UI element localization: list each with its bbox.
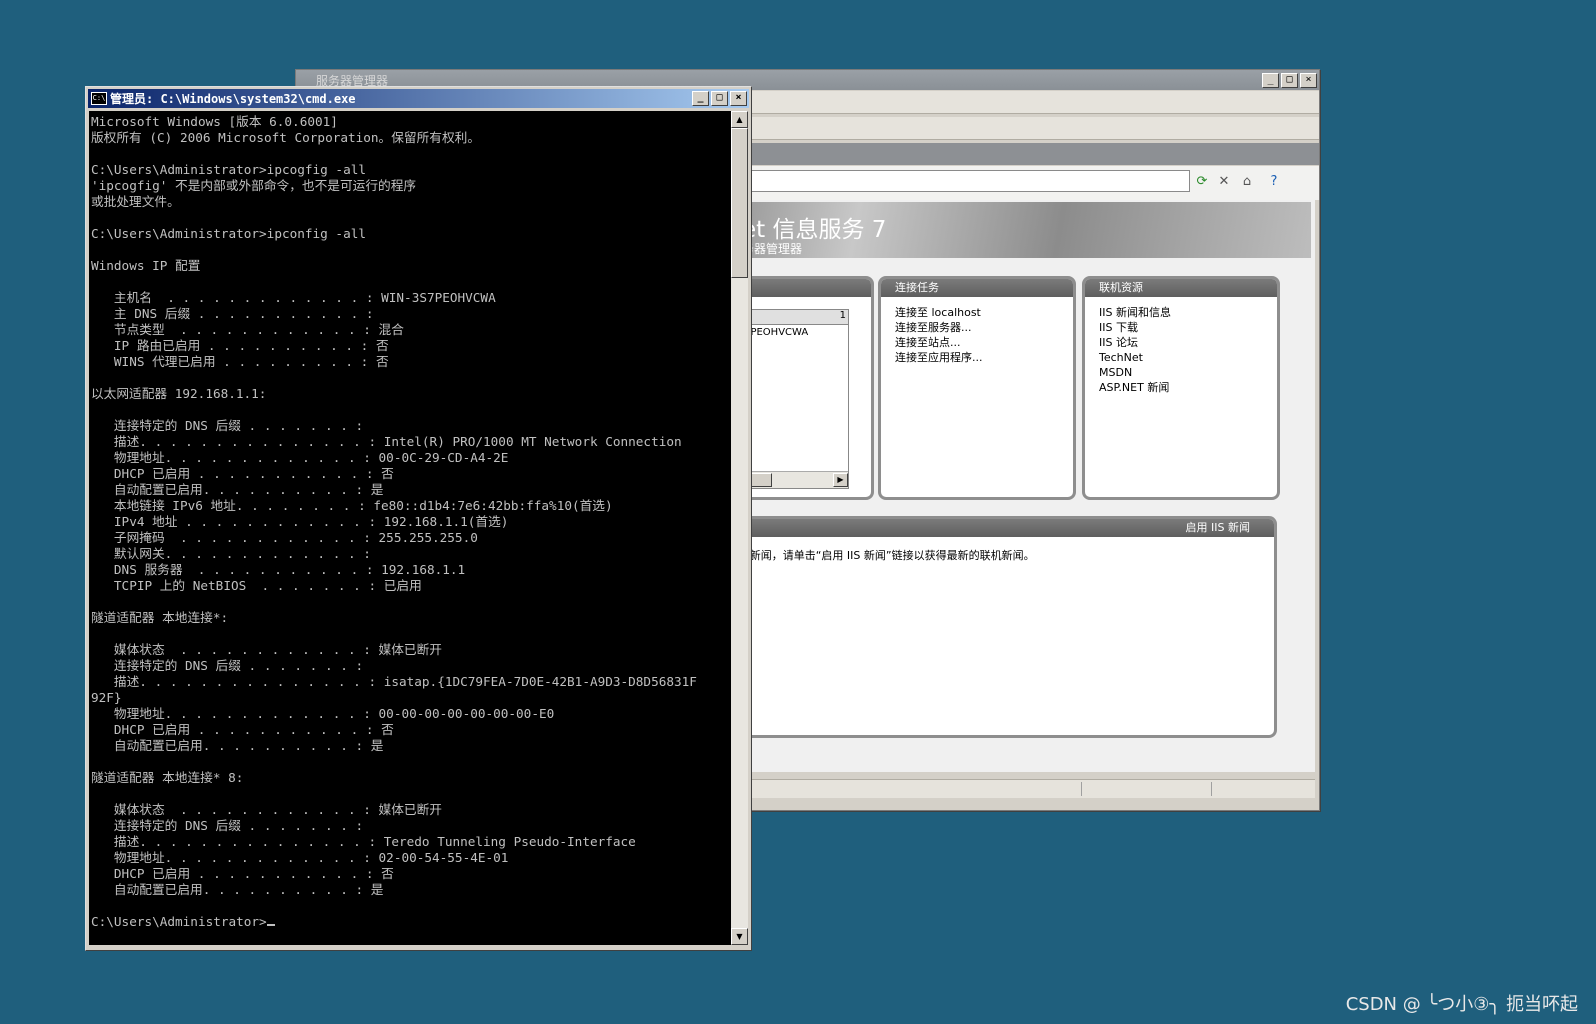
console-line: 主机名 . . . . . . . . . . . . . : WIN-3S7P… <box>91 290 496 305</box>
resource-link-iis-download[interactable]: IIS 下载 <box>1099 320 1277 335</box>
console-line: 描述. . . . . . . . . . . . . . . : Intel(… <box>91 434 682 449</box>
console-line: 自动配置已启用. . . . . . . . . . : 是 <box>91 482 384 497</box>
console-line: 描述. . . . . . . . . . . . . . . : Teredo… <box>91 834 636 849</box>
console-line: 以太网适配器 192.168.1.1: <box>91 386 267 401</box>
scroll-up-arrow-icon[interactable]: ▲ <box>731 111 748 128</box>
console-prompt: C:\Users\Administrator> <box>91 914 267 929</box>
iis-news-message: IS 新闻，请单击“启用 IIS 新闻”链接以获得最新的联机新闻。 <box>736 549 1035 562</box>
online-resources-panel: 联机资源 IIS 新闻和信息 IIS 下载 IIS 论坛 TechNet MSD… <box>1082 276 1280 500</box>
console-line: 子网掩码 . . . . . . . . . . . . : 255.255.2… <box>91 530 478 545</box>
console-line: 92F} <box>91 690 122 705</box>
console-line: 物理地址. . . . . . . . . . . . . : 00-0C-29… <box>91 450 509 465</box>
console-line: IP 路由已启用 . . . . . . . . . . : 否 <box>91 338 389 353</box>
connections-panel-header: 接 <box>736 279 871 297</box>
resource-link-aspnet-news[interactable]: ASP.NET 新闻 <box>1099 380 1277 395</box>
console-line: 'ipcogfig' 不是内部或外部命令，也不是可运行的程序 <box>91 178 417 193</box>
resource-link-iis-news[interactable]: IIS 新闻和信息 <box>1099 305 1277 320</box>
console-line: 物理地址. . . . . . . . . . . . . : 02-00-54… <box>91 850 509 865</box>
console-line: DHCP 已启用 . . . . . . . . . . . : 否 <box>91 866 394 881</box>
console-output[interactable]: Microsoft Windows [版本 6.0.6001] 版权所有 (C)… <box>89 111 731 945</box>
task-link-site[interactable]: 连接至站点... <box>895 335 1073 350</box>
cmd-window[interactable]: C:\ 管理员: C:\Windows\system32\cmd.exe _ □… <box>85 86 752 951</box>
online-resources-list: IIS 新闻和信息 IIS 下载 IIS 论坛 TechNet MSDN ASP… <box>1085 297 1277 395</box>
refresh-icon[interactable]: ⟳ <box>1194 174 1210 190</box>
maximize-button[interactable]: □ <box>1281 72 1298 88</box>
horizontal-scrollbar[interactable]: ▶ <box>736 471 848 488</box>
console-line: 物理地址. . . . . . . . . . . . . : 00-00-00… <box>91 706 555 721</box>
console-line: WINS 代理已启用 . . . . . . . . . : 否 <box>91 354 389 369</box>
console-text: Microsoft Windows [版本 6.0.6001] 版权所有 (C)… <box>89 111 731 930</box>
console-line: IPv4 地址 . . . . . . . . . . . . : 192.16… <box>91 514 509 529</box>
close-button[interactable]: × <box>1300 72 1317 88</box>
iis-news-header: 启用 IIS 新闻 <box>736 519 1274 537</box>
enable-iis-news-link[interactable]: 启用 IIS 新闻 <box>1186 521 1250 534</box>
console-line: 自动配置已启用. . . . . . . . . . : 是 <box>91 738 384 753</box>
console-line: 或批处理文件。 <box>91 194 180 209</box>
online-resources-header: 联机资源 <box>1085 279 1277 297</box>
connections-list[interactable]: 1 STPEOHVCWA ▶ <box>736 309 849 489</box>
console-line: 节点类型 . . . . . . . . . . . . : 混合 <box>91 322 404 337</box>
connection-item[interactable]: STPEOHVCWA <box>736 325 848 338</box>
console-line: 连接特定的 DNS 后缀 . . . . . . . : <box>91 418 364 433</box>
minimize-button[interactable]: _ <box>1262 72 1279 88</box>
scroll-thumb[interactable] <box>731 128 748 278</box>
console-line: Microsoft Windows [版本 6.0.6001] <box>91 114 338 129</box>
task-link-server[interactable]: 连接至服务器... <box>895 320 1073 335</box>
console-line: Windows IP 配置 <box>91 258 201 273</box>
help-icon[interactable]: ? <box>1266 174 1282 190</box>
cmd-titlebar[interactable]: C:\ 管理员: C:\Windows\system32\cmd.exe _ □… <box>88 89 749 108</box>
console-line: 版权所有 (C) 2006 Microsoft Corporation。保留所有… <box>91 130 481 145</box>
scroll-right-arrow-icon[interactable]: ▶ <box>833 473 848 487</box>
console-line: 隧道适配器 本地连接*: <box>91 610 229 625</box>
banner-title: et 信息服务 7 <box>742 217 887 243</box>
resource-link-msdn[interactable]: MSDN <box>1099 365 1277 380</box>
stop-icon[interactable]: ✕ <box>1216 174 1232 190</box>
console-line: 主 DNS 后缀 . . . . . . . . . . . : <box>91 306 374 321</box>
connections-panel: 接 1 STPEOHVCWA ▶ <box>736 276 874 500</box>
maximize-button[interactable]: □ <box>711 91 728 106</box>
iis-news-panel: 启用 IIS 新闻 IS 新闻，请单击“启用 IIS 新闻”链接以获得最新的联机… <box>736 516 1277 738</box>
minimize-button[interactable]: _ <box>692 91 709 106</box>
status-divider <box>1081 782 1082 796</box>
console-line: DNS 服务器 . . . . . . . . . . . : 192.168.… <box>91 562 466 577</box>
console-line: C:\Users\Administrator>ipconfig -all <box>91 226 366 241</box>
connection-tasks-panel: 连接任务 连接至 localhost 连接至服务器... 连接至站点... 连接… <box>878 276 1076 500</box>
console-line: 媒体状态 . . . . . . . . . . . . : 媒体已断开 <box>91 802 442 817</box>
console-line: 连接特定的 DNS 后缀 . . . . . . . : <box>91 818 364 833</box>
csdn-watermark: CSDN @ ╰つ小③╮ 扼当吥起 <box>1345 994 1578 1015</box>
console-line: 连接特定的 DNS 后缀 . . . . . . . : <box>91 658 364 673</box>
status-divider <box>1211 782 1212 796</box>
connection-tasks-list: 连接至 localhost 连接至服务器... 连接至站点... 连接至应用程序… <box>881 297 1073 365</box>
console-line: 本地链接 IPv6 地址. . . . . . . . : fe80::d1b4… <box>91 498 613 513</box>
console-line: 自动配置已启用. . . . . . . . . . : 是 <box>91 882 384 897</box>
resource-link-iis-forum[interactable]: IIS 论坛 <box>1099 335 1277 350</box>
console-line: DHCP 已启用 . . . . . . . . . . . : 否 <box>91 722 394 737</box>
home-icon[interactable]: ⌂ <box>1239 174 1255 190</box>
cmd-title: 管理员: C:\Windows\system32\cmd.exe <box>110 92 356 106</box>
console-line: 描述. . . . . . . . . . . . . . . : isatap… <box>91 674 697 689</box>
close-button[interactable]: × <box>730 91 747 106</box>
console-line: TCPIP 上的 NetBIOS . . . . . . . : 已启用 <box>91 578 422 593</box>
column-header-fragment[interactable]: 1 <box>840 310 846 321</box>
task-link-localhost[interactable]: 连接至 localhost <box>895 305 1073 320</box>
console-line: 默认网关. . . . . . . . . . . . . : <box>91 546 371 561</box>
task-link-application[interactable]: 连接至应用程序... <box>895 350 1073 365</box>
console-icon: C:\ <box>91 92 107 105</box>
address-input[interactable] <box>716 170 1190 192</box>
console-line: 隧道适配器 本地连接* 8: <box>91 770 244 785</box>
connection-tasks-header: 连接任务 <box>881 279 1073 297</box>
console-line: 媒体状态 . . . . . . . . . . . . : 媒体已断开 <box>91 642 442 657</box>
vertical-scrollbar[interactable]: ▲ ▼ <box>731 111 748 945</box>
text-cursor <box>266 924 275 926</box>
scroll-down-arrow-icon[interactable]: ▼ <box>731 928 748 945</box>
console-line: C:\Users\Administrator>ipcogfig -all <box>91 162 366 177</box>
console-line: DHCP 已启用 . . . . . . . . . . . : 否 <box>91 466 394 481</box>
resource-link-technet[interactable]: TechNet <box>1099 350 1277 365</box>
